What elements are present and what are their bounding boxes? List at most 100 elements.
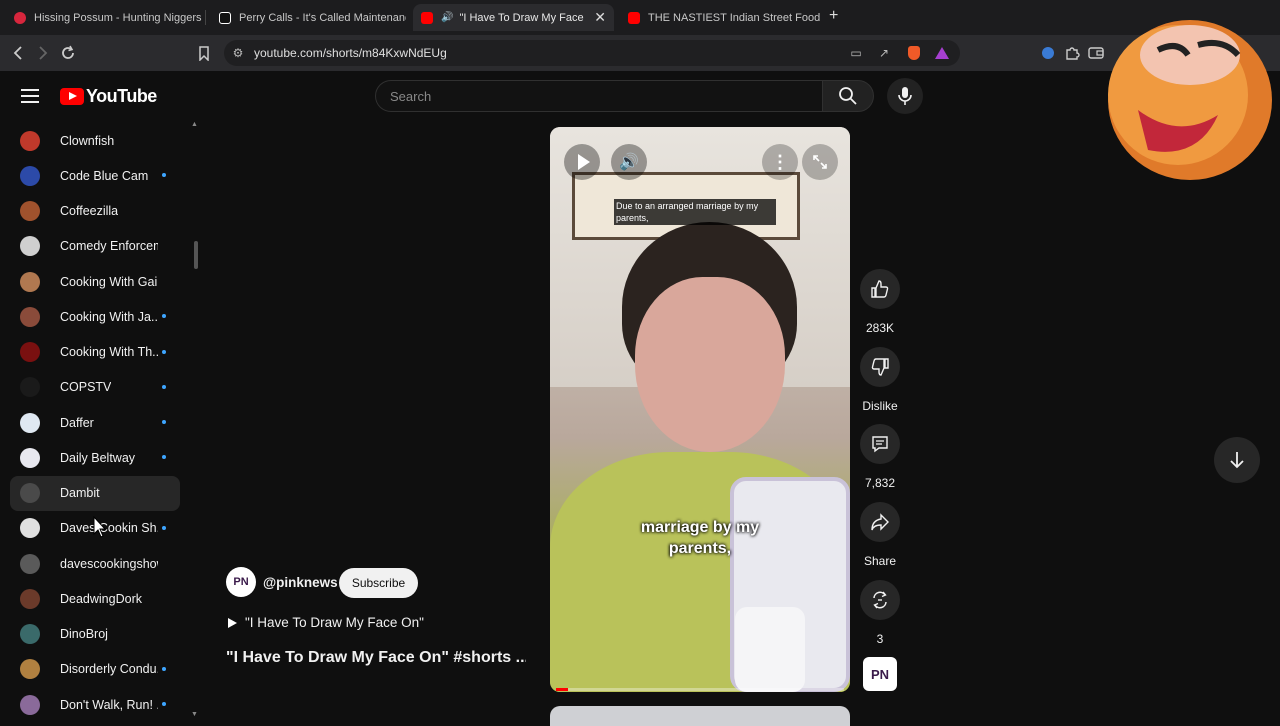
voice-search-button[interactable]	[887, 78, 923, 114]
close-tab-icon[interactable]: ✕	[588, 9, 606, 26]
sidebar-scrollbar-thumb[interactable]	[194, 241, 198, 269]
bookmark-icon[interactable]	[194, 43, 214, 63]
youtube-logo[interactable]: YouTube	[60, 86, 157, 107]
menu-icon[interactable]	[21, 89, 39, 103]
dislike-button[interactable]	[860, 347, 900, 387]
more-options-button[interactable]: ⋮	[762, 144, 798, 180]
sound-title: "I Have To Draw My Face On"	[245, 615, 424, 630]
forward-icon[interactable]	[33, 43, 53, 63]
like-button[interactable]	[860, 269, 900, 309]
extensions-puzzle-icon[interactable]	[1062, 43, 1082, 63]
channel-thumbnail[interactable]: PN	[863, 657, 897, 691]
speaker-icon: 🔊	[441, 12, 454, 23]
subscriptions-list: Clownfish Code Blue Cam Coffeezilla Comedy …	[10, 123, 180, 722]
thumbs-down-icon	[871, 358, 889, 376]
subscription-name: Comedy Enforceme...	[60, 239, 158, 254]
play-icon	[577, 154, 590, 170]
brave-shield-icon[interactable]	[906, 45, 922, 61]
sidebar-subscription-item[interactable]: Code Blue Cam	[10, 158, 180, 193]
sidebar-subscription-item[interactable]: Comedy Enforceme...	[10, 229, 180, 264]
remix-action[interactable]: 3	[859, 580, 901, 646]
play-small-icon	[228, 617, 237, 628]
sidebar-subscription-item[interactable]: Clownfish	[10, 123, 180, 158]
sidebar-subscription-item[interactable]: Coffeezilla	[10, 194, 180, 229]
channel-avatar	[20, 165, 40, 186]
sidebar-subscription-item[interactable]: COPSTV	[10, 370, 180, 405]
volume-icon: 🔊	[619, 154, 639, 171]
video-title[interactable]: "I Have To Draw My Face On" #shorts ...	[226, 649, 526, 667]
comment-count: 7,832	[864, 476, 896, 490]
sticker-emoji-face	[1108, 20, 1272, 180]
tab-title: THE NASTIEST Indian Street Food Co	[648, 11, 820, 24]
play-button[interactable]	[564, 144, 600, 180]
subscribe-button[interactable]: Subscribe	[339, 568, 418, 598]
cast-icon[interactable]: ▭	[848, 45, 864, 61]
address-bar[interactable]: ⚙ youtube.com/shorts/m84KxwNdEUg ▭ ↗	[224, 40, 960, 66]
browser-tab-4[interactable]: THE NASTIEST Indian Street Food Co	[620, 4, 820, 31]
subscription-name: Cooking With Gail	[60, 274, 158, 289]
subscription-name: Don't Walk, Run! ...	[60, 697, 158, 712]
volume-button[interactable]: 🔊	[611, 144, 647, 180]
sidebar-subscription-item[interactable]: Daffer	[10, 405, 180, 440]
browser-tab-3-active[interactable]: 🔊 "I Have To Draw My Face On" ✕	[413, 4, 614, 31]
scroll-up-icon[interactable]: ▲	[191, 121, 198, 128]
channel-thumbnail-text: PN	[870, 666, 890, 682]
search-placeholder: Search	[390, 89, 432, 104]
site-settings-icon[interactable]: ⚙	[230, 45, 246, 61]
dislike-action[interactable]: Dislike	[859, 347, 901, 413]
sidebar-subscription-item[interactable]: DinoBroj	[10, 617, 180, 652]
logo-text: YouTube	[86, 86, 157, 106]
sidebar-subscription-item[interactable]: Dambit	[10, 475, 180, 511]
sound-link[interactable]: "I Have To Draw My Face On"	[228, 615, 424, 630]
subscription-name: DeadwingDork	[60, 591, 142, 606]
more-vert-icon: ⋮	[771, 151, 789, 172]
reload-icon[interactable]	[58, 43, 78, 63]
channel-handle[interactable]: @pinknews	[263, 575, 338, 590]
remix-button[interactable]	[860, 580, 900, 620]
remix-icon	[873, 591, 887, 609]
next-short-preview[interactable]	[550, 706, 850, 726]
sidebar-subscription-item[interactable]: Cooking With Gail	[10, 264, 180, 299]
browser-tab-2[interactable]: Perry Calls - It's Called Maintenance |	[211, 4, 406, 31]
sidebar: YouTube Clownfish Code Blue Cam Coffeezill…	[0, 71, 205, 720]
sidebar-subscription-item[interactable]: Cooking With Th...	[10, 335, 180, 370]
channel-avatar	[20, 518, 40, 539]
channel-avatar	[20, 306, 40, 327]
share-button[interactable]	[860, 502, 900, 542]
extension-icon[interactable]	[1038, 43, 1058, 63]
fullscreen-button[interactable]	[802, 144, 838, 180]
sidebar-subscription-item[interactable]: Disorderly Condu...	[10, 652, 180, 687]
search-button[interactable]	[822, 80, 874, 112]
sidebar-subscription-item[interactable]: Daily Beltway	[10, 440, 180, 475]
like-count: 283K	[865, 321, 895, 335]
comments-button[interactable]	[860, 424, 900, 464]
sidebar-subscription-item[interactable]: Cooking With Ja...	[10, 299, 180, 334]
share-page-icon[interactable]: ↗	[876, 45, 892, 61]
tab-favicon-icon	[14, 11, 26, 24]
subscription-name: COPSTV	[60, 380, 112, 395]
browser-tab-bar: Hissing Possum - Hunting Niggers in Perr…	[0, 0, 1280, 35]
new-content-dot	[162, 384, 166, 389]
new-tab-icon[interactable]: +	[829, 7, 838, 25]
search-input[interactable]: Search	[375, 80, 823, 112]
channel-avatar	[20, 130, 40, 151]
like-action[interactable]: 283K	[859, 269, 901, 335]
brave-rewards-icon[interactable]	[934, 45, 950, 61]
subscription-name: Coffeezilla	[60, 204, 119, 219]
next-video-button[interactable]	[1214, 437, 1260, 483]
browser-tab-1[interactable]: Hissing Possum - Hunting Niggers in	[6, 4, 206, 31]
scroll-down-icon[interactable]: ▼	[191, 711, 198, 718]
back-icon[interactable]	[8, 43, 28, 63]
sidebar-subscription-item[interactable]: davescookingshow	[10, 546, 180, 581]
share-action[interactable]: Share	[859, 502, 901, 568]
sidebar-subscription-item[interactable]: Don't Walk, Run! ...	[10, 687, 180, 722]
progress-fill	[556, 688, 568, 691]
tab-title: Perry Calls - It's Called Maintenance |	[239, 11, 406, 24]
channel-avatar[interactable]: PN	[226, 567, 256, 597]
sidebar-subscription-item[interactable]: DeadwingDork	[10, 581, 180, 616]
channel-avatar	[20, 659, 40, 680]
shorts-video-player[interactable]: 🔊 ⋮ Due to an arranged marriage by my pa…	[550, 127, 850, 692]
comments-action[interactable]: 7,832	[859, 424, 901, 490]
channel-avatar	[20, 694, 40, 715]
video-progress-bar[interactable]	[556, 688, 844, 691]
